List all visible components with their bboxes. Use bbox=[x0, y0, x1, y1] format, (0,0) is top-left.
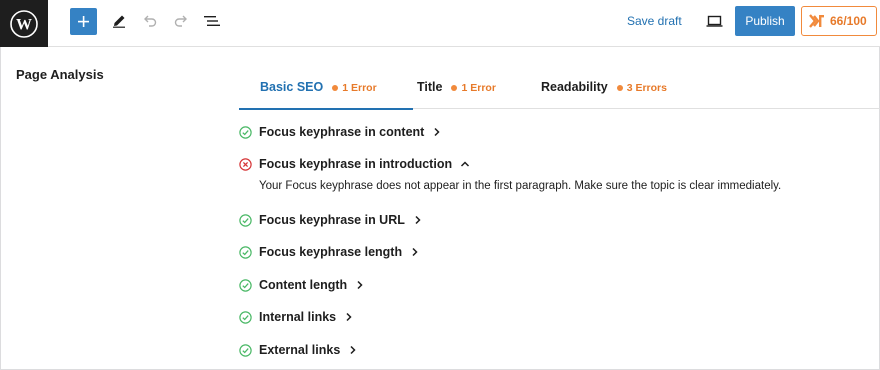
result-detail-text: Your Focus keyphrase does not appear in … bbox=[259, 180, 782, 192]
chevron-right-icon bbox=[343, 311, 355, 323]
tab-readability[interactable]: Readability 3 Errors bbox=[541, 68, 701, 109]
result-label: Focus keyphrase in introduction bbox=[259, 157, 453, 171]
redo-button[interactable] bbox=[170, 10, 192, 32]
page-analysis-title: Page Analysis bbox=[16, 67, 104, 82]
add-block-button[interactable] bbox=[70, 8, 97, 35]
check-circle-icon bbox=[239, 278, 252, 292]
tab-badge: 1 Error bbox=[461, 82, 496, 94]
tab-label: Basic SEO bbox=[260, 80, 324, 94]
result-focus-keyphrase-in-url[interactable]: Focus keyphrase in URL bbox=[239, 210, 424, 230]
check-circle-icon bbox=[239, 245, 252, 259]
result-external-links[interactable]: External links bbox=[239, 340, 359, 360]
analysis-tabs: Basic SEO 1 Error Title 1 Error Readabil… bbox=[239, 68, 880, 110]
chevron-up-icon bbox=[459, 158, 471, 170]
error-circle-icon bbox=[239, 157, 252, 171]
error-dot-icon bbox=[616, 85, 623, 91]
chevron-right-icon bbox=[431, 126, 443, 138]
document-overview-button[interactable] bbox=[201, 10, 223, 32]
result-internal-links[interactable]: Internal links bbox=[239, 307, 355, 327]
tab-basic-seo[interactable]: Basic SEO 1 Error bbox=[239, 68, 413, 110]
result-label: Focus keyphrase length bbox=[259, 245, 403, 259]
result-label: External links bbox=[259, 343, 341, 357]
list-view-icon bbox=[204, 16, 220, 26]
result-label: Content length bbox=[259, 278, 348, 292]
tab-badge: 1 Error bbox=[342, 82, 377, 94]
result-content-length[interactable]: Content length bbox=[239, 275, 366, 295]
undo-icon bbox=[144, 15, 157, 27]
chevron-right-icon bbox=[347, 344, 359, 356]
result-focus-keyphrase-in-content[interactable]: Focus keyphrase in content bbox=[239, 122, 443, 142]
desktop-icon bbox=[706, 15, 722, 27]
check-circle-icon bbox=[239, 125, 252, 139]
tab-label: Readability bbox=[541, 80, 608, 94]
error-dot-icon bbox=[332, 85, 339, 91]
publish-button[interactable]: Publish bbox=[735, 6, 795, 36]
wordpress-logo-icon[interactable]: W bbox=[0, 0, 48, 47]
preview-button[interactable] bbox=[703, 10, 725, 32]
result-label: Focus keyphrase in content bbox=[259, 125, 425, 139]
tab-title[interactable]: Title 1 Error bbox=[417, 68, 517, 109]
seo-score-value: 66/100 bbox=[830, 14, 867, 28]
check-circle-icon bbox=[239, 213, 252, 227]
chevron-right-icon bbox=[412, 214, 424, 226]
pencil-icon bbox=[113, 15, 125, 28]
tools-button[interactable] bbox=[108, 10, 130, 32]
result-label: Internal links bbox=[259, 310, 337, 324]
editor-toolbar: W Save draft Publish 66/100 bbox=[0, 0, 880, 47]
svg-text:W: W bbox=[16, 16, 32, 33]
chevron-right-icon bbox=[409, 246, 421, 258]
save-draft-button[interactable]: Save draft bbox=[627, 14, 682, 28]
seo-score-button[interactable]: 66/100 bbox=[801, 6, 877, 36]
result-label: Focus keyphrase in URL bbox=[259, 213, 405, 227]
check-circle-icon bbox=[239, 343, 252, 357]
result-focus-keyphrase-length[interactable]: Focus keyphrase length bbox=[239, 242, 421, 262]
plus-icon bbox=[78, 16, 89, 27]
redo-icon bbox=[174, 15, 187, 27]
undo-button[interactable] bbox=[139, 10, 161, 32]
aioseo-logo-icon bbox=[809, 14, 824, 28]
tab-label: Title bbox=[417, 80, 443, 94]
tab-badge: 3 Errors bbox=[626, 82, 667, 94]
chevron-right-icon bbox=[354, 279, 366, 291]
result-focus-keyphrase-in-introduction[interactable]: Focus keyphrase in introduction bbox=[239, 154, 471, 174]
check-circle-icon bbox=[239, 310, 252, 324]
error-dot-icon bbox=[451, 85, 458, 91]
